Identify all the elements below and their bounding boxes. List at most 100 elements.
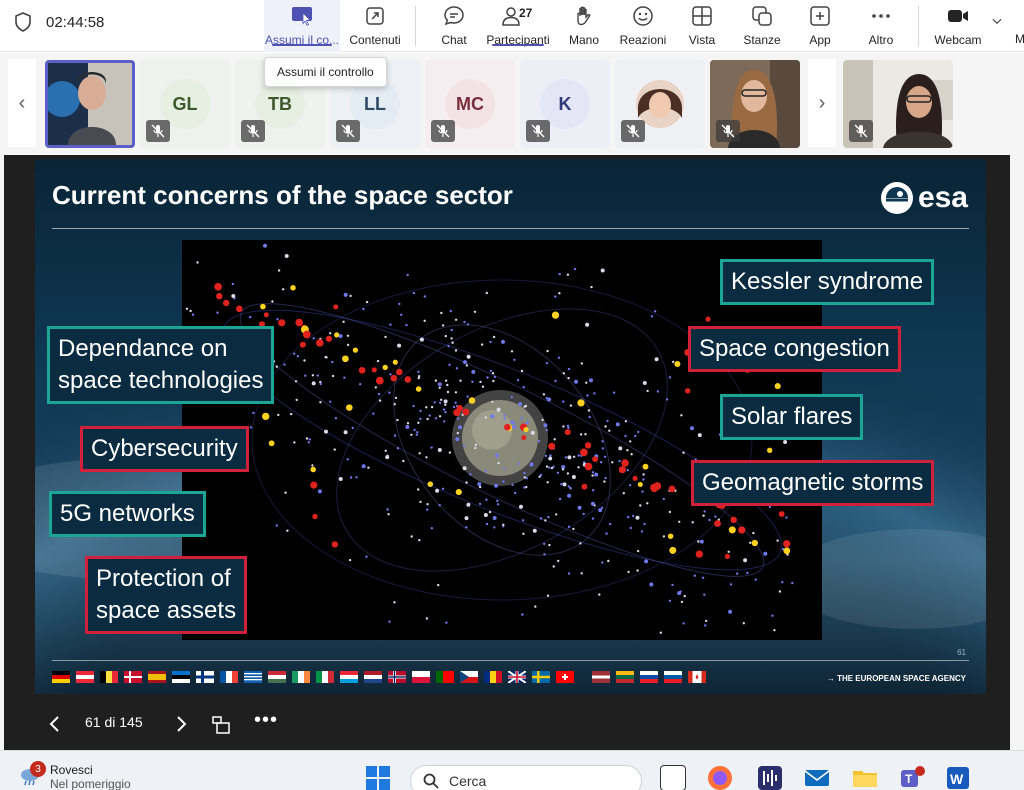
view-button[interactable]: Vista	[680, 0, 724, 52]
chat-button[interactable]: Chat	[432, 0, 476, 52]
debris-dot	[393, 601, 396, 604]
debris-dot	[481, 385, 485, 388]
debris-dot	[637, 430, 640, 434]
satellite-dot	[751, 539, 758, 547]
debris-dot	[385, 455, 390, 460]
satellite-dot	[395, 368, 403, 376]
debris-dot	[502, 523, 505, 526]
debris-dot	[406, 422, 410, 425]
muted-mic-icon	[526, 120, 550, 142]
debris-dot	[519, 504, 523, 509]
satellite-dot	[584, 442, 592, 449]
taskbar-search[interactable]: Cerca	[410, 765, 642, 790]
camera-button[interactable]: Webcam	[932, 0, 984, 52]
debris-dot	[514, 491, 517, 495]
label-protection: Protection of space assets	[85, 556, 248, 634]
muted-mic-icon	[716, 120, 740, 142]
teams-button[interactable]: T	[899, 765, 925, 790]
participant-tile-video[interactable]	[710, 60, 800, 148]
debris-dot	[316, 374, 319, 377]
weather-text: Rovesci Nel pomeriggio	[50, 763, 131, 790]
presentation-more-button[interactable]: •••	[254, 709, 278, 732]
debris-dot	[703, 510, 706, 513]
file-explorer-button[interactable]	[852, 765, 878, 790]
slide-thumbnails-button[interactable]	[211, 715, 231, 739]
gallery-next-button[interactable]: ›	[808, 59, 836, 147]
apps-button[interactable]: App	[800, 0, 840, 52]
debris-dot	[636, 549, 640, 553]
camera-options-button[interactable]	[988, 0, 1006, 52]
task-view-button[interactable]	[660, 765, 686, 790]
debris-dot	[634, 434, 637, 438]
debris-dot	[334, 417, 338, 420]
debris-dot	[768, 505, 772, 509]
participant-tile-mc[interactable]: MC	[425, 60, 515, 148]
firefox-button[interactable]	[707, 765, 733, 790]
muted-mic-icon	[849, 120, 873, 142]
debris-dot	[444, 379, 448, 382]
active-indicator	[272, 44, 332, 46]
satellite-dot	[390, 374, 398, 382]
gallery-prev-button[interactable]: ‹	[8, 59, 36, 147]
debris-dot	[471, 380, 474, 383]
take-control-tooltip: Assumi il controllo	[264, 57, 387, 87]
reactions-button[interactable]: Reazioni	[616, 0, 670, 52]
participant-tile-avatar[interactable]	[615, 60, 705, 148]
satellite-dot	[216, 292, 223, 300]
debris-dot	[600, 461, 603, 464]
debris-dot	[294, 380, 298, 383]
debris-dot	[433, 401, 436, 404]
toolbar-divider	[918, 6, 919, 46]
previous-slide-button[interactable]	[48, 715, 62, 737]
debris-dot	[636, 569, 639, 572]
debris-dot	[275, 524, 278, 527]
audio-app-button[interactable]	[757, 765, 783, 790]
satellite-dot	[325, 335, 333, 342]
shared-content-area: Current concerns of the space sector esa	[4, 155, 1010, 750]
debris-dot	[473, 310, 477, 313]
next-slide-button[interactable]	[174, 715, 188, 737]
raise-hand-button[interactable]: Mano	[562, 0, 606, 52]
debris-dot	[729, 583, 733, 586]
debris-dot	[387, 513, 390, 516]
debris-dot	[463, 444, 466, 448]
take-control-button[interactable]: Assumi il co...	[264, 0, 340, 52]
debris-dot	[451, 341, 454, 344]
view-label: Vista	[688, 33, 716, 47]
debris-dot	[546, 481, 549, 484]
debris-dot	[785, 516, 788, 519]
word-button[interactable]: W	[945, 765, 971, 790]
debris-dot	[512, 425, 517, 429]
debris-dot	[386, 508, 389, 511]
rooms-button[interactable]: Stanze	[738, 0, 786, 52]
debris-dot	[601, 561, 604, 564]
flag-icon	[556, 671, 574, 683]
debris-dot	[384, 449, 387, 452]
more-button[interactable]: Altro	[860, 0, 902, 52]
flag-icon	[76, 671, 94, 683]
microphone-button[interactable]: M	[1010, 0, 1024, 52]
debris-dot	[572, 455, 576, 458]
debris-dot	[561, 468, 565, 471]
participants-button[interactable]: 27 Partecipanti	[484, 0, 552, 52]
more-label: Altro	[868, 33, 894, 47]
mail-button[interactable]	[804, 765, 830, 790]
debris-dot	[545, 397, 548, 400]
debris-dot	[580, 362, 583, 365]
participant-tile-speaker[interactable]	[45, 60, 135, 148]
debris-dot	[642, 478, 645, 481]
debris-dot	[462, 466, 467, 471]
debris-dot	[690, 426, 694, 431]
satellite-dot	[581, 483, 588, 490]
participant-tile-k[interactable]: K	[520, 60, 610, 148]
share-content-icon	[366, 7, 384, 25]
participant-tile-video-2[interactable]	[843, 60, 953, 148]
debris-dot	[418, 539, 421, 542]
debris-dot	[303, 359, 306, 362]
debris-dot	[703, 593, 706, 596]
debris-dot	[763, 551, 768, 556]
start-button[interactable]	[365, 765, 391, 790]
content-button[interactable]: Contenuti	[344, 0, 406, 52]
participant-tile-gl[interactable]: GL	[140, 60, 230, 148]
debris-dot	[483, 513, 488, 517]
